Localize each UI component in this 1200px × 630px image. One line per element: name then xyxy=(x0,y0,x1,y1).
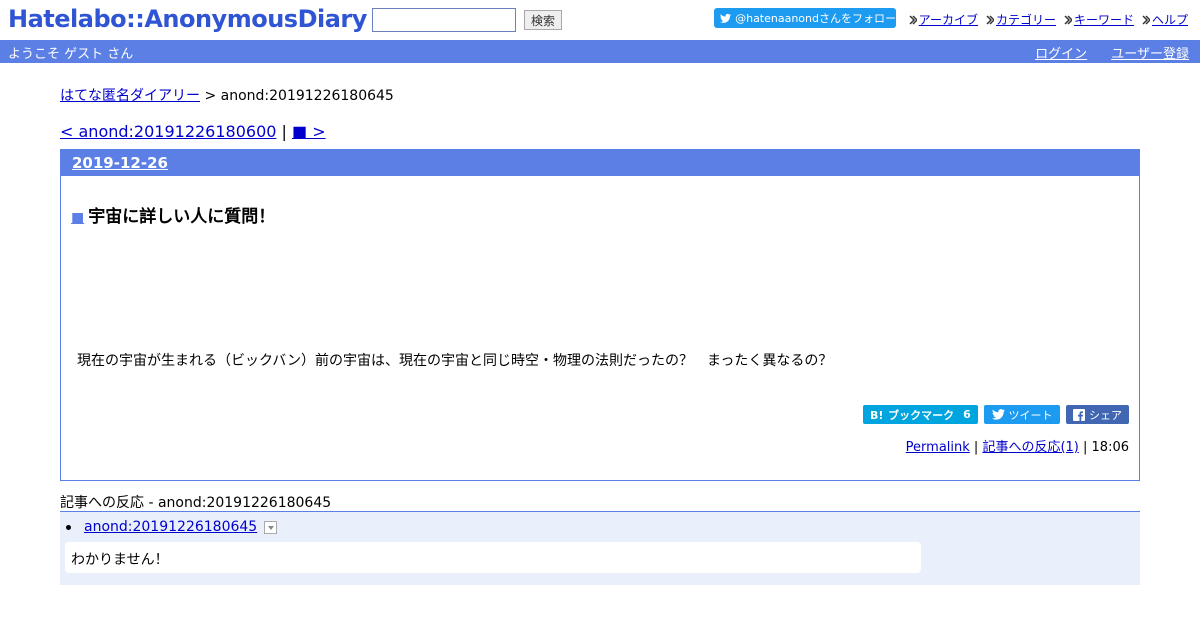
arrow-right-icon xyxy=(1064,14,1072,25)
day-date-link[interactable]: 2019-12-26 xyxy=(72,154,168,172)
nav-item-category[interactable]: カテゴリー xyxy=(986,11,1056,28)
entry-pager: < anond:20191226180600 | ■ > xyxy=(60,122,326,141)
user-links: ログイン ユーザー登録 xyxy=(1015,43,1189,62)
arrow-right-icon xyxy=(909,14,917,25)
day-section: 2019-12-26 ■ 宇宙に詳しい人に質問！ 現在の宇宙が生まれる（ビックバン… xyxy=(60,149,1140,481)
hatena-bookmark-icon: B! xyxy=(870,409,883,420)
twitter-bird-icon xyxy=(720,13,732,23)
entry-body: 現在の宇宙が生まれる（ビックバン）前の宇宙は、現在の宇宙と同じ時空・物理の法則だ… xyxy=(77,353,833,369)
svg-text:B!: B! xyxy=(870,409,883,420)
nav-item-keyword[interactable]: キーワード xyxy=(1064,11,1134,28)
entry-title: ■ 宇宙に詳しい人に質問！ xyxy=(71,202,275,227)
facebook-icon xyxy=(1073,408,1085,421)
list-bullet-icon xyxy=(66,524,71,530)
next-entry-link[interactable]: ■ > xyxy=(292,122,326,141)
entry-footer: Permalink | 記事への反応(1) | 18:06 xyxy=(906,436,1129,455)
share-buttons: B! ブックマーク 6 ツイート シェア xyxy=(857,405,1129,424)
follow-label: @hatenaanondさんをフォロー xyxy=(735,12,896,25)
welcome-text: ようこそ ゲスト さん xyxy=(8,47,134,62)
reaction-item-header: anond:20191226180645 xyxy=(64,519,278,535)
prev-entry-link[interactable]: < anond:20191226180600 xyxy=(60,122,276,141)
register-link[interactable]: ユーザー登録 xyxy=(1111,47,1189,62)
entry-title-text: 宇宙に詳しい人に質問！ xyxy=(88,207,276,227)
reaction-entry-link[interactable]: anond:20191226180645 xyxy=(84,519,257,535)
reactions-link[interactable]: 記事への反応(1) xyxy=(982,440,1078,455)
reactions-title: 記事への反応 - anond:20191226180645 xyxy=(60,495,332,511)
site-header: Hatelabo::AnonymousDiary 検索 @hatenaanond… xyxy=(0,0,1200,40)
nav-link-keyword[interactable]: キーワード xyxy=(1074,11,1134,28)
arrow-right-icon xyxy=(1142,14,1150,25)
entry-time: 18:06 xyxy=(1091,440,1129,455)
hatena-bookmark-count: 6 xyxy=(963,408,971,421)
tweet-button[interactable]: ツイート xyxy=(984,405,1060,424)
facebook-share-button[interactable]: シェア xyxy=(1066,405,1129,424)
login-link[interactable]: ログイン xyxy=(1035,47,1087,62)
day-header: 2019-12-26 xyxy=(61,150,1139,176)
breadcrumb-separator: > xyxy=(200,88,221,104)
arrow-right-icon xyxy=(986,14,994,25)
twitter-follow-button[interactable]: @hatenaanondさんをフォロー xyxy=(714,8,896,28)
entry-anchor-link[interactable]: ■ xyxy=(71,210,84,226)
twitter-bird-icon xyxy=(991,409,1005,420)
top-nav: アーカイブ カテゴリー キーワード ヘルプ xyxy=(901,11,1188,28)
expand-toggle-icon[interactable] xyxy=(264,520,278,534)
reaction-body: わかりません！ xyxy=(65,542,921,573)
breadcrumb: はてな匿名ダイアリー > anond:20191226180645 xyxy=(60,85,394,105)
reactions-list: anond:20191226180645 わかりません！ xyxy=(60,511,1140,585)
breadcrumb-current: anond:20191226180645 xyxy=(220,88,394,104)
nav-link-archive[interactable]: アーカイブ xyxy=(919,11,978,28)
footer-separator: | xyxy=(969,440,983,455)
search-input[interactable] xyxy=(372,8,516,32)
facebook-share-label: シェア xyxy=(1089,408,1122,422)
user-bar: ようこそ ゲスト さん ログイン ユーザー登録 xyxy=(0,40,1200,63)
nav-link-help[interactable]: ヘルプ xyxy=(1152,11,1188,28)
footer-separator: | xyxy=(1078,440,1092,455)
hatena-bookmark-button[interactable]: B! ブックマーク 6 xyxy=(863,405,978,424)
tweet-label: ツイート xyxy=(1008,408,1053,422)
permalink-link[interactable]: Permalink xyxy=(906,440,970,455)
pager-separator: | xyxy=(276,122,292,141)
nav-item-help[interactable]: ヘルプ xyxy=(1142,11,1188,28)
nav-link-category[interactable]: カテゴリー xyxy=(996,11,1056,28)
nav-item-archive[interactable]: アーカイブ xyxy=(909,11,978,28)
hatena-bookmark-label: ブックマーク xyxy=(888,408,955,422)
site-logo[interactable]: Hatelabo::AnonymousDiary xyxy=(8,5,367,33)
breadcrumb-home-link[interactable]: はてな匿名ダイアリー xyxy=(60,88,200,104)
search-button[interactable]: 検索 xyxy=(524,10,562,30)
